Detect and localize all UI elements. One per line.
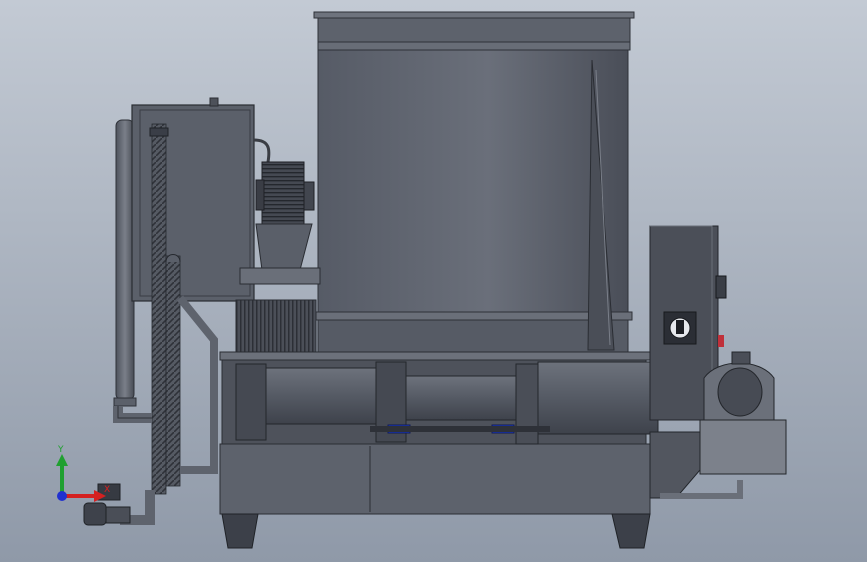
- left-foot: [221, 513, 259, 549]
- x-axis-label: X: [104, 485, 110, 495]
- model-canvas[interactable]: Y X: [0, 0, 867, 562]
- cad-viewport[interactable]: Y X: [0, 0, 867, 562]
- red-indicator: [718, 335, 724, 347]
- hopper-tank[interactable]: [313, 11, 635, 355]
- y-axis-label: Y: [57, 445, 64, 455]
